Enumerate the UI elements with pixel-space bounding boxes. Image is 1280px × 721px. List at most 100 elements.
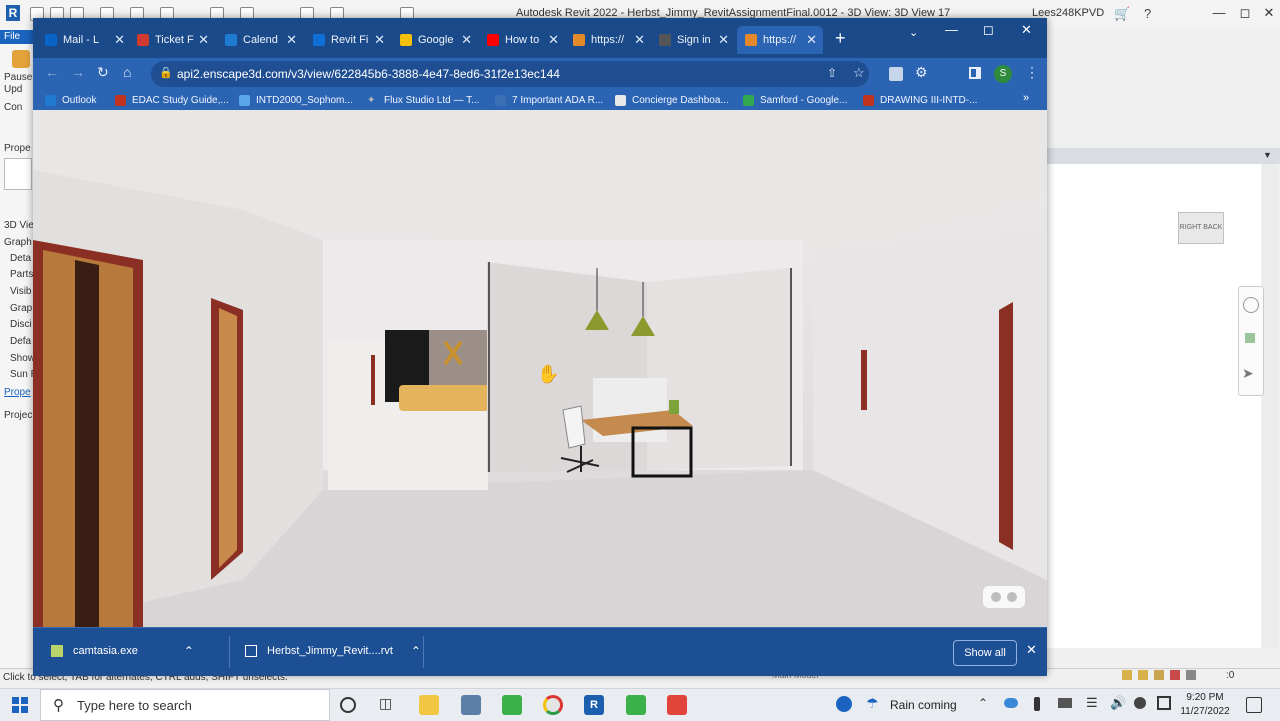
share-icon[interactable]: ⇧ (827, 66, 837, 80)
notifications-icon[interactable] (1246, 697, 1262, 713)
task-view-icon[interactable]: ◫ (379, 695, 392, 712)
revit-minimize-button[interactable]: — (1208, 4, 1230, 22)
navigation-bar[interactable]: ➤ (1238, 286, 1264, 396)
revit-taskbar-icon[interactable]: R (584, 695, 604, 715)
enscape-3d-viewer[interactable]: ✋ (33, 110, 1047, 627)
bookmark-ada[interactable]: 7 Important ADA R... (495, 92, 603, 108)
lock-icon[interactable]: 🔒 (159, 66, 173, 79)
download-item-rvt[interactable]: Herbst_Jimmy_Revit....rvt ⌃ (245, 640, 421, 662)
bookmark-star-icon[interactable]: ☆ (853, 65, 865, 81)
tab-calendar[interactable]: Calend ✕ (225, 26, 297, 54)
enscape-icon (745, 34, 757, 46)
tab-google[interactable]: Google ✕ (400, 26, 472, 54)
weather-text[interactable]: Rain coming (890, 698, 957, 712)
tab-revit-files[interactable]: Revit Fi ✕ (313, 26, 385, 54)
tab-close-icon[interactable]: ✕ (370, 32, 385, 48)
forward-icon[interactable]: → (71, 64, 85, 80)
tab-enscape-1[interactable]: https:// ✕ (573, 26, 645, 54)
download-item-camtasia[interactable]: camtasia.exe ⌃ (51, 640, 194, 662)
browser-close-button[interactable]: ✕ (1021, 22, 1032, 38)
tab-close-icon[interactable]: ✕ (110, 32, 125, 48)
chevron-down-icon[interactable]: ▼ (1263, 150, 1272, 160)
profile-avatar[interactable]: S (994, 65, 1012, 83)
vr-headset-icon[interactable] (983, 586, 1025, 608)
revit-maximize-button[interactable]: ◻ (1234, 4, 1256, 22)
new-tab-button[interactable]: + (835, 28, 846, 49)
steering-wheel-icon[interactable] (1243, 297, 1259, 313)
more-bookmarks-icon[interactable]: » (1023, 92, 1029, 104)
extension-icon[interactable] (889, 67, 903, 81)
chevron-up-icon[interactable]: ⌃ (411, 644, 421, 658)
type-selector-icon[interactable] (4, 158, 32, 190)
cart-icon[interactable]: 🛒 (1114, 6, 1130, 22)
tab-close-icon[interactable]: ✕ (630, 32, 645, 48)
bookmark-intd2000[interactable]: INTD2000_Sophom... (239, 92, 353, 108)
windows-start-icon[interactable] (12, 697, 28, 713)
volume-icon[interactable]: 🔊 (1110, 695, 1126, 711)
back-icon[interactable]: ← (45, 64, 59, 80)
wifi-icon[interactable]: ☰ (1086, 695, 1098, 711)
close-circle-icon[interactable] (1134, 697, 1146, 709)
tab-sign-in[interactable]: Sign in ✕ (659, 26, 729, 54)
pause-update-icon[interactable] (12, 50, 30, 68)
revit-logo-icon[interactable]: R (6, 5, 20, 21)
ticket-icon (137, 34, 149, 46)
camtasia-icon[interactable] (502, 695, 522, 715)
tab-search-icon[interactable]: ⌄ (909, 26, 918, 39)
bookmark-flux-studio[interactable]: ✦ Flux Studio Ltd — T... (367, 92, 479, 108)
tab-close-icon[interactable]: ✕ (194, 32, 209, 48)
view-cube[interactable]: RIGHT BACK (1178, 212, 1224, 244)
revit-scrollbar[interactable] (1262, 164, 1278, 648)
battery-icon[interactable] (1058, 698, 1072, 708)
address-bar[interactable]: 🔒 api2.enscape3d.com/v3/view/622845b6-38… (151, 61, 869, 87)
taskbar-clock[interactable]: 9:20 PM 11/27/2022 (1176, 691, 1234, 719)
chevron-up-icon[interactable]: ⌃ (184, 644, 194, 658)
show-all-button[interactable]: Show all (953, 640, 1017, 666)
filter-count[interactable]: :0 (1226, 670, 1234, 681)
bookmark-drawing-iii[interactable]: DRAWING III-INTD-... (863, 92, 977, 108)
tab-youtube[interactable]: How to ✕ (487, 26, 559, 54)
tab-close-icon[interactable]: ✕ (802, 32, 817, 48)
help-icon[interactable]: ? (1144, 6, 1151, 21)
close-downloads-icon[interactable]: ✕ (1026, 642, 1037, 658)
tab-close-icon[interactable]: ✕ (282, 32, 297, 48)
puzzle-icon[interactable]: ⚙ (915, 64, 928, 81)
tab-close-icon[interactable]: ✕ (714, 32, 729, 48)
file-explorer-icon[interactable] (419, 695, 439, 715)
home-icon[interactable]: ⌂ (123, 64, 131, 80)
tab-enscape-active[interactable]: https:// ✕ (737, 26, 823, 54)
calculator-icon[interactable] (461, 695, 481, 715)
bookmark-edac[interactable]: EDAC Study Guide,... (115, 92, 229, 108)
cortana-icon[interactable] (340, 697, 356, 713)
browser-maximize-button[interactable]: ◻ (983, 22, 994, 38)
file-tab[interactable]: File (0, 30, 34, 44)
url-text[interactable]: api2.enscape3d.com/v3/view/622845b6-3888… (177, 67, 560, 81)
bookmark-concierge[interactable]: Concierge Dashboa... (615, 92, 729, 108)
usb-icon[interactable] (1034, 697, 1040, 711)
zoom-icon[interactable] (1245, 333, 1255, 343)
left-label: Upd (4, 84, 23, 95)
bookmark-samford[interactable]: Samford - Google... (743, 92, 847, 108)
tab-mail[interactable]: Mail - L ✕ (45, 26, 125, 54)
action-center-app-icon[interactable] (1157, 696, 1171, 710)
tab-close-icon[interactable]: ✕ (457, 32, 472, 48)
recorder-icon[interactable] (667, 695, 687, 715)
menu-icon[interactable]: ⋮ (1025, 64, 1039, 81)
browser-minimize-button[interactable]: — (945, 22, 958, 37)
chevron-up-icon[interactable]: ⌃ (978, 696, 988, 710)
revit-close-button[interactable]: ✕ (1258, 4, 1280, 22)
taskbar-search-box[interactable]: ⚲ Type here to search (40, 689, 330, 721)
browser-toolbar: ← → ↻ ⌂ 🔒 api2.enscape3d.com/v3/view/622… (33, 58, 1047, 90)
tab-ticket[interactable]: Ticket F ✕ (137, 26, 209, 54)
revit-3d-viewport[interactable] (1047, 164, 1261, 648)
onedrive-tray-icon[interactable] (1004, 698, 1018, 708)
help-tray-icon[interactable] (836, 696, 852, 712)
chrome-icon[interactable] (543, 695, 563, 715)
reload-icon[interactable]: ↻ (97, 64, 109, 81)
properties-link[interactable]: Prope (4, 387, 31, 398)
camtasia-recorder-icon[interactable] (626, 695, 646, 715)
side-panel-icon[interactable] (969, 67, 981, 79)
tab-close-icon[interactable]: ✕ (544, 32, 559, 48)
walk-icon[interactable]: ➤ (1242, 365, 1254, 382)
bookmark-outlook[interactable]: Outlook (45, 92, 96, 108)
